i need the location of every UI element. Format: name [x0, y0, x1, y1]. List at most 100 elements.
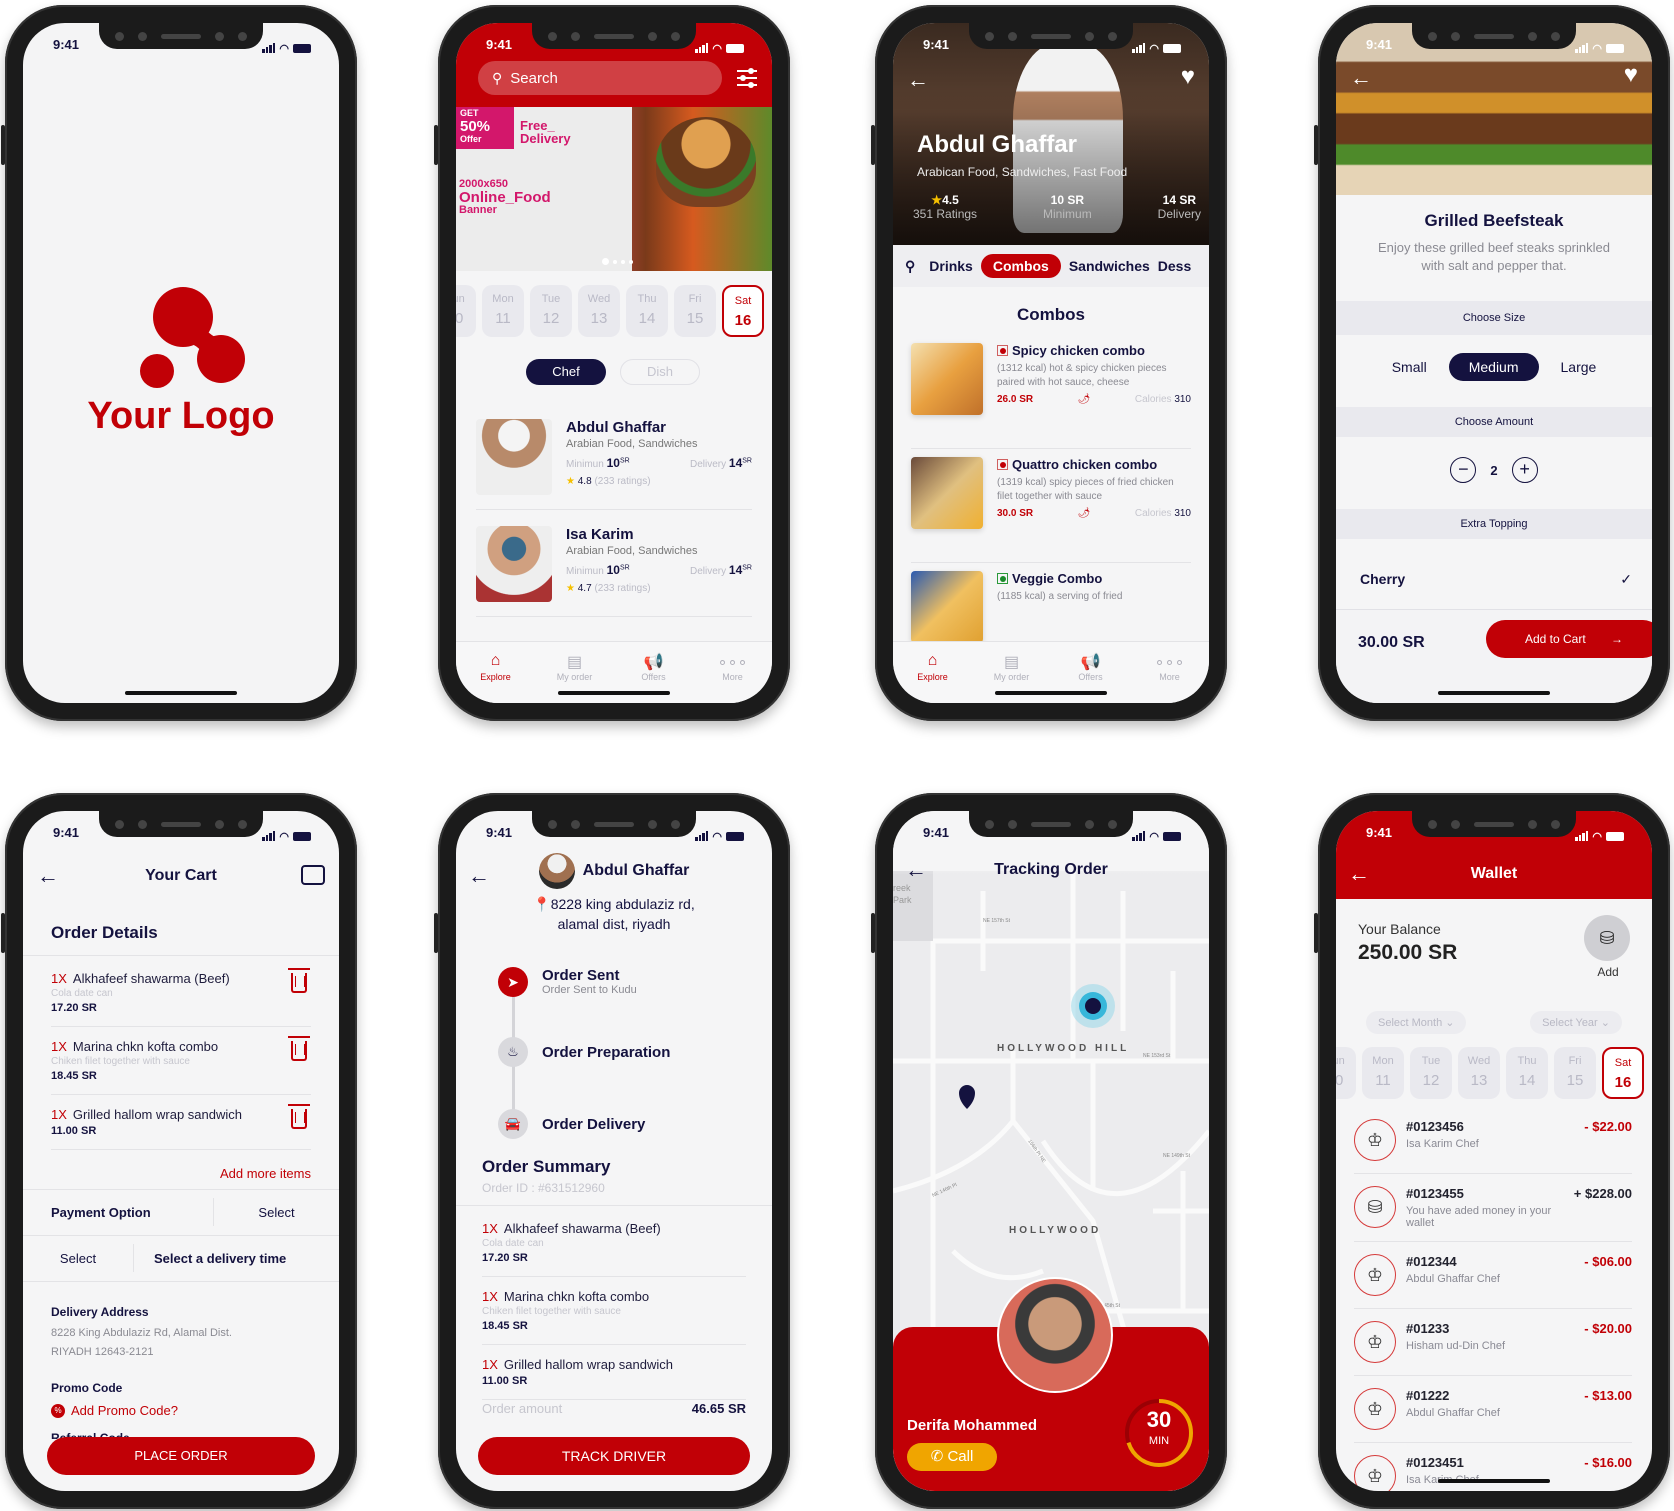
day-wed[interactable]: Wed 13 [578, 285, 620, 337]
track-driver-button[interactable]: TRACK DRIVER [478, 1437, 750, 1475]
transaction-row[interactable]: ♔ #01233 Hisham ud-Din Chef - $20.00 [1354, 1309, 1632, 1376]
nav-more[interactable]: ∘∘∘ More [1140, 652, 1200, 703]
favorite-button[interactable]: ♥ [1181, 63, 1195, 91]
chef-card[interactable]: Isa Karim Arabian Food, Sandwiches Minim… [476, 520, 752, 617]
transaction-row[interactable]: ♔ #0123451Isa Karim Chef - $16.00 [1354, 1443, 1632, 1491]
heart-icon: ♥ [1623, 61, 1638, 88]
wifi-icon: ◠ [712, 42, 722, 55]
nav-my-order[interactable]: ▤ My order [545, 652, 605, 703]
chef-card[interactable]: Abdul Ghaffar Arabian Food, Sandwiches M… [476, 413, 752, 510]
day-fri[interactable]: Fri 15 [674, 285, 716, 337]
home-indicator [1438, 691, 1550, 695]
chat-button[interactable] [301, 865, 325, 885]
day-sat[interactable]: Sat 16 [722, 285, 764, 337]
back-button[interactable]: ← [1350, 65, 1372, 91]
place-order-button[interactable]: PLACE ORDER [47, 1437, 315, 1475]
filter-button[interactable] [736, 67, 758, 89]
delivery-time-row[interactable]: Select Select a delivery time [23, 1235, 339, 1281]
stat-rating: ★4.5 351 Ratings [913, 193, 978, 221]
delivery-address-line1: 8228 King Abdulaziz Rd, Alamal Dist. [51, 1327, 232, 1339]
order-summary-title: Order Summary [482, 1157, 611, 1176]
day-thu[interactable]: Thu 14 [1506, 1047, 1548, 1099]
search-input[interactable]: ⚲ Search [478, 61, 722, 95]
add-promo-code-link[interactable]: % Add Promo Code? [51, 1403, 178, 1418]
transaction-row[interactable]: ♔ #012344 Abdul Ghaffar Chef - $06.00 [1354, 1242, 1632, 1309]
day-wed[interactable]: Wed 13 [1458, 1047, 1500, 1099]
chevron-down-icon: ⌄ [1600, 1017, 1610, 1029]
receipt-icon: ▤ [1003, 654, 1020, 671]
day-sat[interactable]: Sat 16 [1602, 1047, 1644, 1099]
add-money-button[interactable]: ⛁ Add [1584, 915, 1632, 979]
status-time: 9:41 [53, 825, 80, 840]
size-small[interactable]: Small [1392, 359, 1427, 375]
promo-banner[interactable]: GET 50% Offer Free_ Delivery 2000x650 On… [456, 107, 772, 271]
decrement-button[interactable]: − [1450, 457, 1477, 483]
megaphone-icon: 📢 [1080, 654, 1101, 671]
chef-list: Abdul Ghaffar Arabian Food, Sandwiches M… [476, 413, 752, 627]
carousel-dots[interactable] [602, 258, 633, 265]
status-time: 9:41 [1366, 37, 1393, 52]
arrow-right-icon: → [1611, 632, 1624, 646]
checkmark-icon: ✓ [1620, 571, 1632, 587]
trash-icon[interactable] [288, 1104, 310, 1129]
day-tue[interactable]: Tue 12 [1410, 1047, 1452, 1099]
day-thu[interactable]: Thu 14 [626, 285, 668, 337]
menu-item[interactable]: Quattro chicken combo (1319 kcal) spicy … [911, 449, 1191, 563]
day-sun[interactable]: Sun10 [1336, 1047, 1356, 1099]
topping-header: Extra Topping [1336, 509, 1652, 539]
day-fri[interactable]: Fri 15 [1554, 1047, 1596, 1099]
wifi-icon: ◠ [1149, 830, 1159, 843]
wifi-icon: ◠ [712, 830, 722, 843]
size-large[interactable]: Large [1561, 359, 1597, 375]
cart-item: 1X Grilled hallom wrap sandwich 11.00 SR [482, 1345, 746, 1400]
tab-drinks[interactable]: Drinks [929, 258, 973, 274]
day-mon[interactable]: Mon 11 [1362, 1047, 1404, 1099]
nav-explore[interactable]: ⌂ Explore [466, 652, 526, 703]
payment-select[interactable]: Select [214, 1205, 339, 1220]
category-tabs: ⚲ Drinks Combos Sandwiches Dess [893, 245, 1209, 287]
chef-header: Abdul Ghaffar [456, 853, 772, 889]
increment-button[interactable]: + [1511, 457, 1538, 483]
chef-location-icon [1085, 998, 1101, 1014]
battery-icon [1606, 831, 1624, 841]
day-mon[interactable]: Mon 11 [482, 285, 524, 337]
add-to-cart-button[interactable]: Add to Cart → [1486, 620, 1652, 658]
add-more-items-link[interactable]: Add more items [220, 1166, 311, 1181]
tab-sandwiches[interactable]: Sandwiches [1069, 258, 1150, 274]
search-icon[interactable]: ⚲ [905, 258, 915, 275]
phone-icon: ✆ [930, 1448, 944, 1465]
select-year-dropdown[interactable]: Select Year ⌄ [1530, 1011, 1622, 1034]
trash-icon[interactable] [288, 1036, 310, 1061]
toggle-dish[interactable]: Dish [620, 359, 700, 385]
nav-explore[interactable]: ⌂ Explore [903, 652, 963, 703]
payment-row[interactable]: Payment Option Select [23, 1189, 339, 1235]
stat-minimum: 10 SR Minimum [1043, 193, 1092, 221]
day-tue[interactable]: Tue 12 [530, 285, 572, 337]
favorite-button[interactable]: ♥ [1624, 61, 1638, 89]
receipt-icon: ▤ [566, 654, 583, 671]
transaction-row[interactable]: ⛁ #0123455 You have aded money in your wa… [1354, 1174, 1632, 1242]
transaction-row[interactable]: ♔ #01222 Abdul Ghaffar Chef - $13.00 [1354, 1376, 1632, 1443]
nav-offers[interactable]: 📢 Offers [1061, 652, 1121, 703]
menu-item[interactable]: Spicy chicken combo (1312 kcal) hot & sp… [911, 335, 1191, 449]
call-button[interactable]: ✆ Call [907, 1443, 997, 1471]
toggle-chef[interactable]: Chef [526, 359, 606, 385]
select-month-dropdown[interactable]: Select Month ⌄ [1366, 1011, 1467, 1034]
tracking-screen: reek Park HOLLYWOOD HILL HOLLYWOOD NE 157… [893, 811, 1209, 1491]
phone-cart: 9:41 ◠ ← Your Cart Order Details 1X Alkha… [1, 793, 357, 1509]
nav-offers[interactable]: 📢 Offers [624, 652, 684, 703]
delivery-time-select[interactable]: Select [23, 1251, 133, 1266]
wifi-icon: ◠ [1592, 42, 1602, 55]
back-button[interactable]: ← [907, 67, 929, 93]
notch [99, 811, 263, 837]
home-indicator [1438, 1479, 1550, 1483]
size-medium[interactable]: Medium [1448, 353, 1539, 381]
tab-combos[interactable]: Combos [980, 254, 1061, 278]
day-sun[interactable]: Sun10 [456, 285, 476, 337]
trash-icon[interactable] [288, 968, 310, 993]
tab-desserts[interactable]: Dess [1158, 258, 1191, 274]
topping-option[interactable]: Cherry ✓ [1360, 571, 1632, 588]
nav-more[interactable]: ∘∘∘ More [703, 652, 763, 703]
transaction-row[interactable]: ♔ #0123456 Isa Karim Chef - $22.00 [1354, 1107, 1632, 1174]
nav-my-order[interactable]: ▤ My order [982, 652, 1042, 703]
